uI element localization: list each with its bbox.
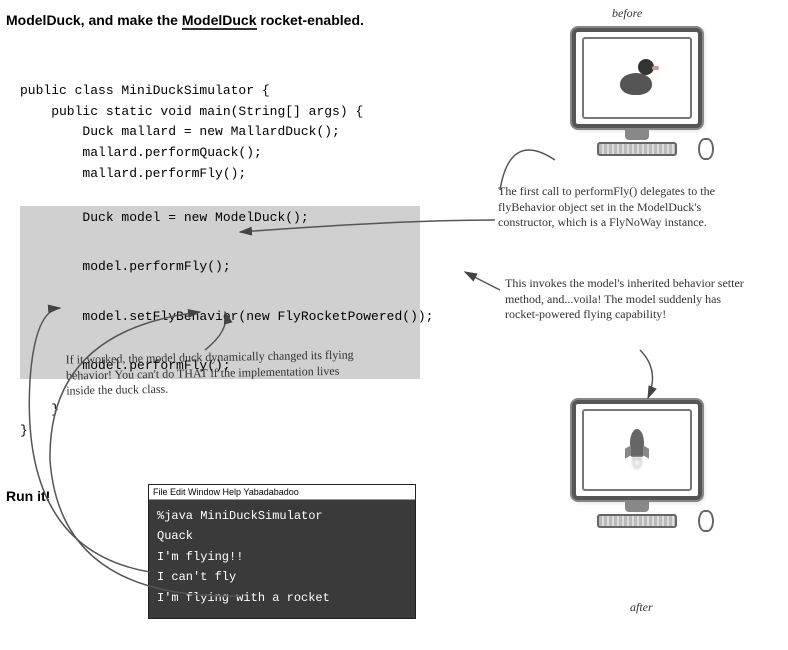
heading-prefix: ModelDuck, and make the: [6, 12, 182, 28]
mouse-icon: [698, 138, 714, 160]
monitor-before: [562, 28, 712, 156]
run-it-label: Run it!: [6, 488, 50, 504]
rocket-icon: [618, 427, 656, 473]
code-highlight: Duck model = new ModelDuck();: [20, 206, 420, 231]
terminal-line: I can't fly: [157, 567, 407, 587]
monitor-stand: [625, 500, 649, 512]
terminal-body: %java MiniDuckSimulator Quack I'm flying…: [149, 500, 415, 618]
mouse-icon: [698, 510, 714, 532]
heading-bold: ModelDuck: [182, 12, 257, 30]
annotation-before: before: [612, 6, 642, 22]
screen-inner: [582, 37, 692, 119]
monitor-screen: [572, 28, 702, 128]
terminal-line: %java MiniDuckSimulator: [157, 506, 407, 526]
monitor-screen: [572, 400, 702, 500]
monitor-after: [562, 400, 712, 528]
page-heading: ModelDuck, and make the ModelDuck rocket…: [6, 12, 364, 28]
code-line: Duck mallard = new MallardDuck();: [20, 124, 340, 139]
monitor-stand: [625, 128, 649, 140]
annotation-after: after: [630, 600, 653, 616]
terminal-menu: File Edit Window Help Yabadabadoo: [149, 485, 415, 500]
code-line: mallard.performQuack();: [20, 145, 262, 160]
duck-icon: [618, 59, 656, 97]
terminal-window: File Edit Window Help Yabadabadoo %java …: [148, 484, 416, 619]
code-highlight: model.setFlyBehavior(new FlyRocketPowere…: [20, 305, 420, 330]
code-line: }: [20, 423, 28, 438]
code-highlight: [20, 280, 420, 305]
terminal-line: I'm flying with a rocket: [157, 588, 407, 608]
terminal-line: Quack: [157, 526, 407, 546]
heading-suffix: rocket-enabled.: [257, 12, 364, 28]
code-line: }: [20, 402, 59, 417]
annotation-1: The first call to performFly() delegates…: [498, 184, 758, 231]
code-highlight: model.performFly();: [20, 255, 420, 280]
screen-inner: [582, 409, 692, 491]
keyboard-icon: [597, 514, 677, 528]
code-highlight: [20, 230, 420, 255]
annotation-3: If it worked, the model duck dynamically…: [66, 347, 357, 399]
code-line: public class MiniDuckSimulator {: [20, 83, 270, 98]
terminal-line: I'm flying!!: [157, 547, 407, 567]
annotation-2: This invokes the model's inherited behav…: [505, 276, 750, 323]
code-line: public static void main(String[] args) {: [20, 104, 363, 119]
keyboard-icon: [597, 142, 677, 156]
code-line: mallard.performFly();: [20, 166, 246, 181]
